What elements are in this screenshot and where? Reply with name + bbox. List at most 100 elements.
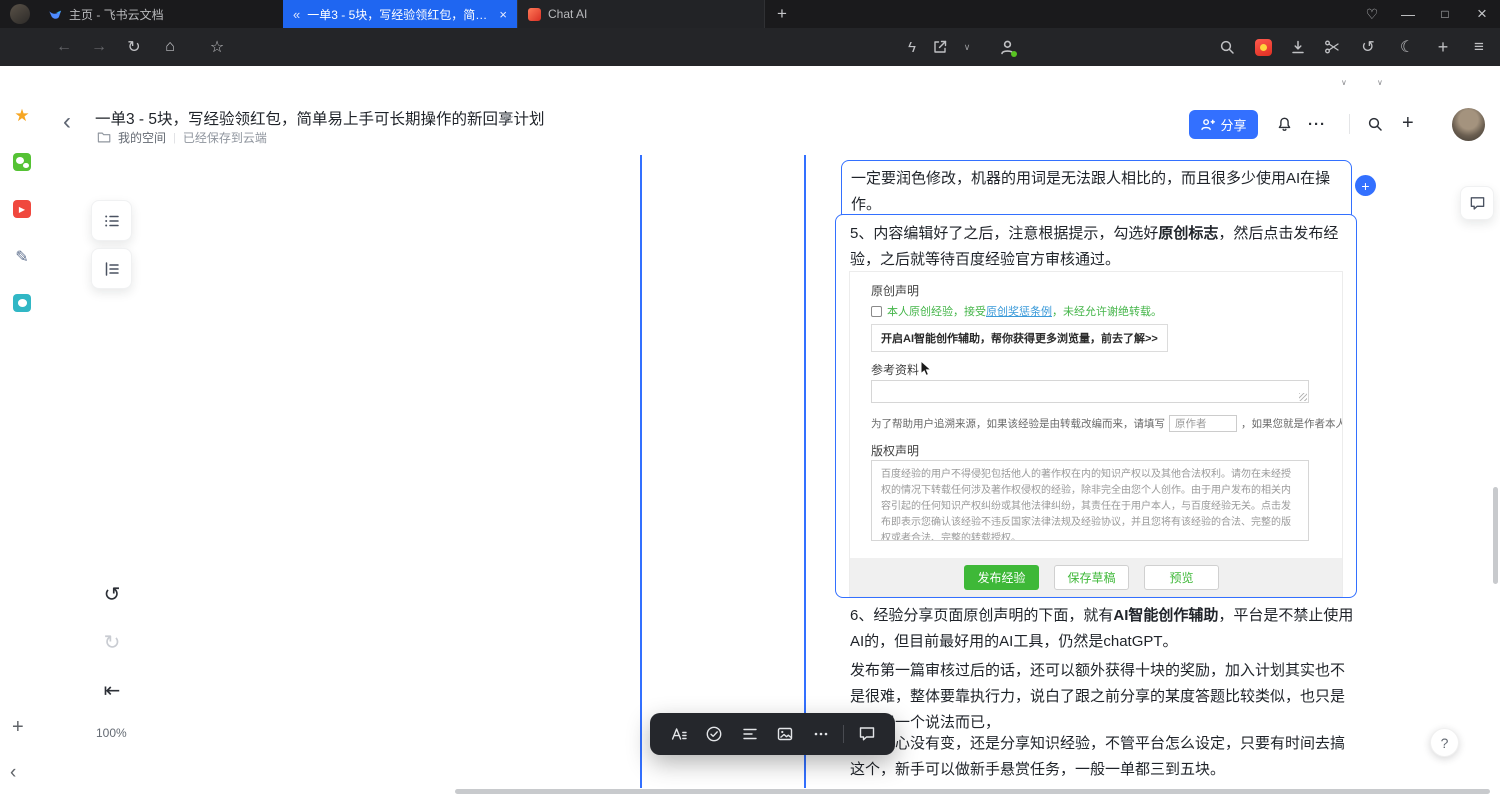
- maximize-button[interactable]: □: [1433, 2, 1457, 26]
- breadcrumb: 我的空间 | 已经保存到云端: [97, 129, 267, 146]
- tab-chat-ai[interactable]: Chat AI: [517, 0, 765, 28]
- doc-block-para8[interactable]: 但是核心没有变，还是分享知识经验，不管平台怎么设定，只要有时间去搞这个，新手可以…: [850, 731, 1355, 783]
- more-tools-icon[interactable]: [808, 721, 834, 747]
- back-icon[interactable]: ←: [52, 35, 76, 59]
- original-declaration-label: 原创声明: [871, 282, 919, 299]
- night-mode-moon-icon[interactable]: ☾: [1395, 35, 1419, 59]
- list-icon[interactable]: [737, 721, 763, 747]
- vertical-scrollbar[interactable]: [1493, 487, 1498, 584]
- comment-icon[interactable]: [854, 721, 880, 747]
- dock-messenger-icon[interactable]: [12, 294, 32, 312]
- redo-button[interactable]: ↻: [100, 630, 124, 654]
- undo-icon[interactable]: ↺: [1356, 35, 1380, 59]
- dock-favorites-icon[interactable]: ★: [12, 106, 32, 126]
- forward-icon[interactable]: →: [87, 35, 111, 59]
- step5-text: 5、内容编辑好了之后，注意根据提示，勾选好原创标志，然后点击发布经验，之后就等待…: [850, 221, 1344, 273]
- more-options-icon[interactable]: ···: [1308, 116, 1326, 133]
- tab-back-icon: «: [293, 7, 300, 22]
- doc-favorite-star[interactable]: ☆: [501, 109, 514, 127]
- original-declaration-text: 本人原创经验，接受原创奖惩条例，未经允许谢绝转载。: [887, 303, 1162, 319]
- red-packet-promo-icon[interactable]: [1251, 35, 1275, 59]
- chat-ai-favicon: [528, 8, 541, 21]
- share-label: 分享: [1220, 115, 1246, 134]
- menu-icon[interactable]: ≡: [1467, 35, 1491, 59]
- question-icon: ?: [1441, 735, 1449, 751]
- selection-guide-line-left: [640, 155, 642, 788]
- toc-toggle-button[interactable]: [91, 248, 132, 289]
- reference-input[interactable]: [871, 380, 1309, 403]
- mouse-cursor: [920, 360, 933, 382]
- browser-profile-avatar[interactable]: [10, 4, 30, 24]
- dock-video-icon[interactable]: ▶: [12, 200, 32, 218]
- breadcrumb-space[interactable]: 我的空间: [118, 129, 166, 146]
- sidebar-add-button[interactable]: +: [12, 716, 24, 739]
- dock-wechat-icon[interactable]: [12, 153, 32, 171]
- plus-icon: +: [1361, 178, 1369, 194]
- form-footer-bar: 发布经验 保存草稿 预览: [850, 558, 1342, 596]
- fit-width-button[interactable]: ⇤: [100, 678, 124, 702]
- doc-add-icon[interactable]: +: [1402, 112, 1414, 135]
- preview-button[interactable]: 预览: [1144, 565, 1219, 590]
- outline-toggle-button[interactable]: [91, 200, 132, 241]
- help-button[interactable]: ?: [1430, 728, 1459, 757]
- browser-window: 主页 - 飞书云文档 « 一单3 - 5块，写经验领红包，简单易... × Ch…: [0, 0, 1500, 797]
- dock-notes-pen-icon[interactable]: ✎: [12, 247, 32, 267]
- notifications-bell-icon[interactable]: [1271, 111, 1297, 137]
- tab-feishu-home[interactable]: 主页 - 飞书云文档: [38, 0, 282, 28]
- original-author-input[interactable]: 原作者: [1169, 415, 1237, 432]
- horizontal-scrollbar[interactable]: [455, 789, 1490, 794]
- save-draft-button[interactable]: 保存草稿: [1054, 565, 1129, 590]
- undo-button[interactable]: ↺: [100, 582, 124, 606]
- step6-text: 6、经验分享页面原创声明的下面，就有AI智能创作辅助，平台是不禁止使用AI的，但…: [850, 603, 1355, 655]
- embedded-image-baidu-publish-form[interactable]: 原创声明 本人原创经验，接受原创奖惩条例，未经允许谢绝转载。 开启AI智能创作辅…: [849, 271, 1343, 597]
- reload-icon[interactable]: ↻: [122, 35, 146, 59]
- doc-search-icon[interactable]: [1362, 111, 1388, 137]
- original-declaration-checkbox[interactable]: [871, 306, 882, 317]
- lightning-icon[interactable]: ϟ: [900, 35, 924, 59]
- home-icon[interactable]: ⌂: [158, 35, 182, 59]
- outline-icon: [103, 212, 121, 230]
- doc-block-step5[interactable]: 5、内容编辑好了之后，注意根据提示，勾选好原创标志，然后点击发布经验，之后就等待…: [835, 214, 1357, 598]
- floating-format-toolbar: [650, 713, 895, 755]
- reward-rules-link[interactable]: 原创奖惩条例: [986, 306, 1052, 318]
- favorite-heart-icon[interactable]: ♡: [1360, 2, 1384, 26]
- feishu-favicon: [48, 7, 62, 21]
- doc-back-button[interactable]: ‹: [63, 110, 71, 134]
- ai-assist-banner[interactable]: 开启AI智能创作辅助，帮你获得更多浏览量，前去了解>>: [871, 324, 1168, 352]
- undo-chevron-icon[interactable]: ∨: [1377, 78, 1383, 87]
- breadcrumb-divider: |: [173, 132, 176, 144]
- insert-block-button[interactable]: +: [1355, 175, 1376, 196]
- image-icon[interactable]: [772, 721, 798, 747]
- download-icon[interactable]: [1286, 35, 1310, 59]
- profile-person-icon[interactable]: [995, 35, 1019, 59]
- add-icon[interactable]: +: [1431, 35, 1455, 59]
- text-style-icon[interactable]: [666, 721, 692, 747]
- tab-title: Chat AI: [548, 7, 754, 21]
- bookmark-star-icon[interactable]: ☆: [205, 35, 229, 59]
- toolbar-divider: [843, 725, 844, 743]
- share-person-icon: [1200, 117, 1215, 132]
- folder-icon: [97, 131, 111, 144]
- sidebar-collapse-button[interactable]: ‹: [10, 762, 16, 784]
- tab-current-doc[interactable]: « 一单3 - 5块，写经验领红包，简单易... ×: [283, 0, 517, 28]
- minimize-button[interactable]: —: [1396, 2, 1420, 26]
- doc-title[interactable]: 一单3 - 5块，写经验领红包，简单易上手可长期操作的新回享计划: [95, 107, 545, 129]
- screenshot-scissors-icon[interactable]: [1320, 35, 1344, 59]
- publish-button[interactable]: 发布经验: [964, 565, 1039, 590]
- close-window-button[interactable]: ×: [1470, 2, 1494, 26]
- new-tab-button[interactable]: +: [770, 2, 794, 26]
- doc-block-para7[interactable]: 发布第一篇审核过后的话，还可以额外获得十块的奖励，加入计划其实也不是很难，整体要…: [850, 658, 1355, 736]
- doc-block-step6[interactable]: 6、经验分享页面原创声明的下面，就有AI智能创作辅助，平台是不禁止使用AI的，但…: [850, 603, 1355, 655]
- header-divider: [1349, 114, 1350, 134]
- share-page-icon[interactable]: [928, 35, 952, 59]
- todo-check-icon[interactable]: [701, 721, 727, 747]
- share-button[interactable]: 分享: [1189, 110, 1258, 139]
- user-avatar[interactable]: [1452, 108, 1485, 141]
- tab-close-icon[interactable]: ×: [495, 7, 507, 22]
- share-chevron-icon[interactable]: ∨: [955, 35, 979, 59]
- callout-text: 一定要润色修改，机器的用词是无法跟人相比的，而且很多少使用AI在操作。: [851, 166, 1342, 218]
- scissors-chevron-icon[interactable]: ∨: [1341, 78, 1347, 87]
- search-icon[interactable]: [1215, 35, 1239, 59]
- comments-panel-button[interactable]: [1460, 186, 1494, 220]
- zoom-level[interactable]: 100%: [96, 726, 127, 740]
